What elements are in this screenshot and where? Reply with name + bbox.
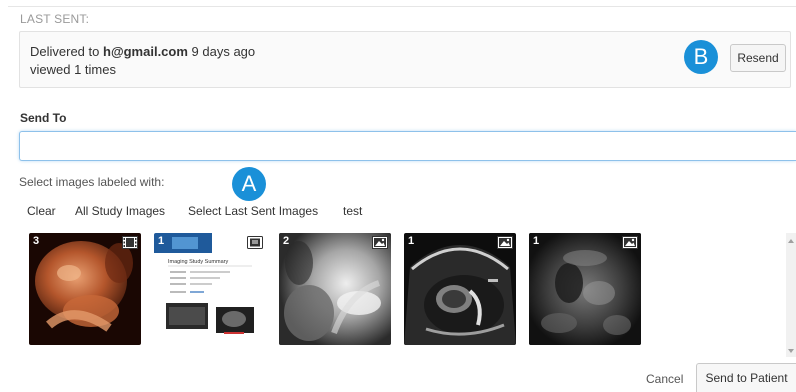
study-summary-document-image: Imaging Study Summary	[154, 233, 266, 345]
image-thumbnail[interactable]: 1	[404, 233, 516, 345]
viewed-count: viewed 1 times	[30, 62, 116, 77]
filter-select-last-sent-images[interactable]: Select Last Sent Images	[188, 204, 318, 218]
top-divider	[8, 6, 796, 7]
delivered-status: Delivered to h@gmail.com 9 days ago	[30, 44, 255, 59]
filter-test[interactable]: test	[343, 204, 362, 218]
callout-marker-b: B	[684, 40, 718, 74]
ultrasound-image	[279, 233, 391, 345]
image-icon	[497, 236, 513, 249]
ultrasound-image	[529, 233, 641, 345]
callout-marker-a: A	[232, 167, 266, 201]
image-icon	[622, 236, 638, 249]
resend-button[interactable]: Resend	[730, 44, 786, 72]
document-title: Imaging Study Summary	[168, 259, 228, 265]
image-count-badge: 1	[408, 235, 415, 247]
film-icon	[122, 236, 138, 249]
image-thumbnail[interactable]: 2	[279, 233, 391, 345]
image-thumbnail[interactable]: 3	[29, 233, 141, 345]
ultrasound-3d-image	[29, 233, 141, 345]
delivered-time: 9 days ago	[187, 44, 256, 59]
image-thumbnail[interactable]: Imaging Study Summary 1	[154, 233, 266, 345]
delivered-prefix: Delivered to	[30, 44, 100, 59]
image-count-badge: 2	[283, 235, 290, 247]
select-images-label: Select images labeled with:	[19, 175, 165, 189]
thumbnails-scrollbar[interactable]	[786, 233, 796, 357]
send-to-label: Send To	[20, 111, 67, 125]
last-sent-heading: LAST SENT:	[20, 12, 90, 26]
send-to-input[interactable]	[19, 131, 796, 161]
image-thumbnail[interactable]: 1	[529, 233, 641, 345]
filter-clear[interactable]: Clear	[27, 204, 56, 218]
image-count-badge: 1	[533, 235, 540, 247]
image-count-badge: 1	[158, 235, 165, 247]
ultrasound-image	[404, 233, 516, 345]
scroll-down-arrow-icon[interactable]	[788, 349, 794, 353]
last-sent-panel: Delivered to h@gmail.com 9 days ago view…	[19, 31, 791, 88]
send-to-patient-button[interactable]: Send to Patient	[696, 363, 796, 392]
scroll-up-arrow-icon[interactable]	[788, 239, 794, 243]
image-count-badge: 3	[33, 235, 40, 247]
recipient-email: h@gmail.com	[103, 44, 188, 59]
filter-all-study-images[interactable]: All Study Images	[75, 204, 165, 218]
book-icon	[247, 236, 263, 249]
cancel-link[interactable]: Cancel	[646, 372, 683, 386]
image-icon	[372, 236, 388, 249]
